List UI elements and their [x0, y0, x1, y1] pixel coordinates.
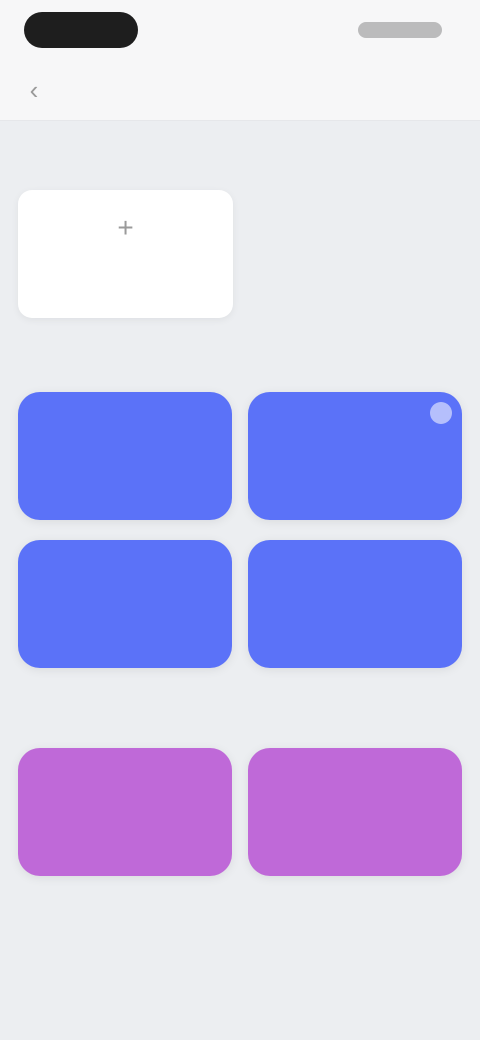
navigation-bar: ‹ — [0, 60, 480, 121]
blue-card[interactable] — [18, 392, 232, 520]
purple-card[interactable] — [18, 748, 232, 876]
dynamic-island — [24, 12, 138, 48]
blue-card[interactable] — [248, 392, 462, 520]
status-icons — [358, 22, 442, 38]
add-card-button[interactable]: + — [18, 190, 233, 318]
purple-card[interactable] — [248, 748, 462, 876]
status-bar — [0, 0, 480, 60]
blue-card[interactable] — [18, 540, 232, 668]
chevron-left-icon[interactable]: ‹ — [18, 74, 50, 106]
plus-icon: + — [117, 212, 134, 243]
blue-card[interactable] — [248, 540, 462, 668]
corner-badge-icon[interactable] — [430, 402, 452, 424]
